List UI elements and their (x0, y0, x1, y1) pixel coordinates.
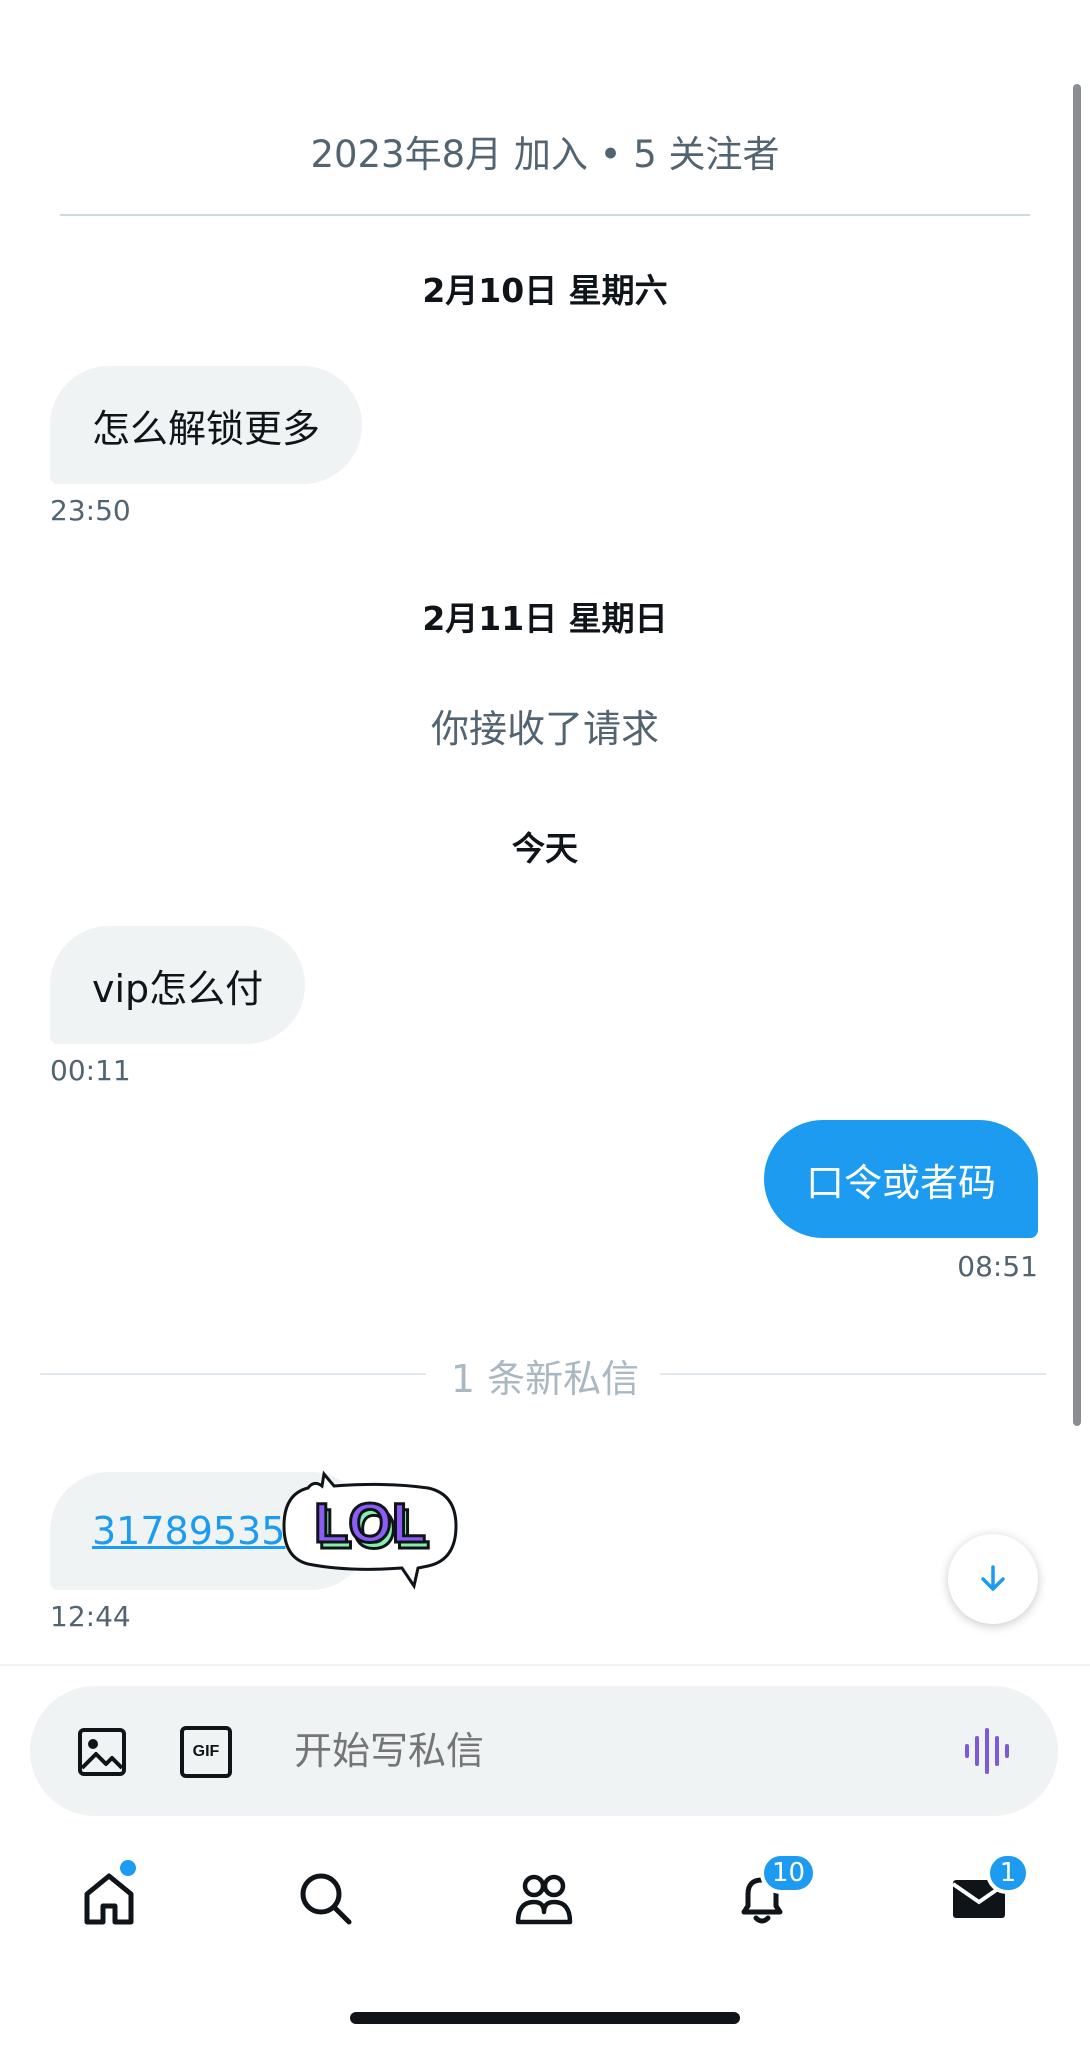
date-separator: 2月11日 星期日 (422, 599, 668, 638)
home-unread-dot (120, 1860, 136, 1876)
outgoing-message-bubble[interactable]: 口令或者码 (763, 1120, 1038, 1238)
message-link[interactable]: 31789535 (92, 1509, 285, 1553)
tab-home[interactable] (69, 1858, 149, 1938)
search-icon (300, 1873, 352, 1925)
voice-message-icon[interactable] (962, 1726, 1012, 1776)
home-indicator (350, 2012, 740, 2024)
new-messages-label: 1 条新私信 (450, 1357, 640, 1401)
message-time: 00:11 (50, 1054, 131, 1087)
message-input[interactable] (292, 1720, 916, 1782)
date-separator: 今天 (512, 829, 578, 868)
message-time: 12:44 (50, 1600, 131, 1633)
home-icon (84, 1873, 134, 1925)
lol-sticker[interactable]: LOL LOL (278, 1468, 464, 1596)
scroll-to-bottom-button[interactable] (948, 1534, 1038, 1624)
system-message: 你接收了请求 (430, 707, 659, 751)
message-text: 口令或者码 (805, 1160, 996, 1205)
tab-communities[interactable] (504, 1858, 584, 1938)
date-separator: 2月10日 星期六 (422, 271, 668, 310)
message-text: vip怎么付 (92, 966, 264, 1011)
gif-icon[interactable]: GIF (180, 1726, 232, 1778)
notifications-badge: 10 (760, 1852, 818, 1894)
tab-search[interactable] (285, 1858, 365, 1938)
message-time: 08:51 (957, 1250, 1038, 1283)
incoming-message-bubble[interactable]: vip怎么付 (50, 926, 306, 1044)
message-text: 怎么解锁更多 (92, 406, 321, 451)
image-icon[interactable] (76, 1726, 128, 1778)
composer-divider (0, 1664, 1090, 1666)
arrow-down-icon (981, 1565, 1005, 1591)
message-time: 23:50 (50, 494, 131, 527)
communities-icon (515, 1874, 573, 1925)
profile-joined-info: 2023年8月 加入 • 5 关注者 (310, 133, 780, 176)
gif-label: GIF (192, 1743, 220, 1760)
incoming-message-bubble[interactable]: 怎么解锁更多 (50, 366, 363, 484)
header-divider (60, 214, 1030, 216)
sticker-text: LOL (314, 1491, 426, 1554)
messages-badge: 1 (986, 1852, 1030, 1894)
